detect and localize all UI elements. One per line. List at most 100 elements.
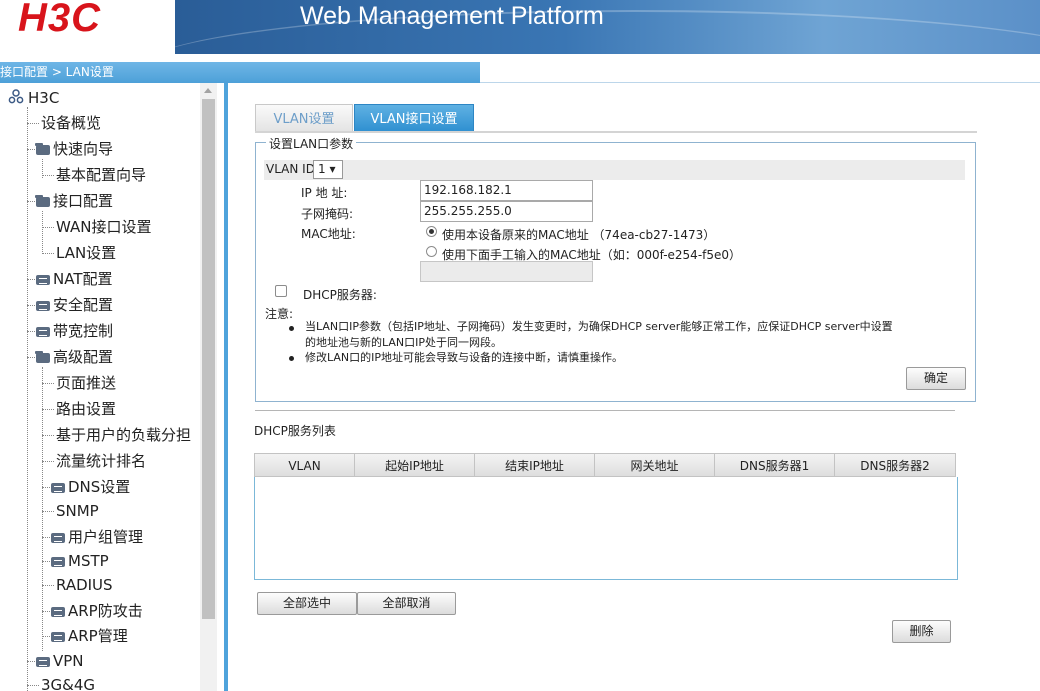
mac-manual-radio[interactable] <box>426 246 437 257</box>
sidebar-folder-vpn[interactable]: VPN <box>36 649 84 673</box>
note-ip-change-cont: 的地址池与新的LAN口IP处于同一网段。 <box>305 336 503 349</box>
sidebar-item-wan-settings[interactable]: WAN接口设置 <box>56 215 152 239</box>
sidebar-item-basic-config-wizard[interactable]: 基本配置向导 <box>56 163 146 187</box>
sidebar-folder-arp-defense[interactable]: ARP防攻击 <box>51 599 143 623</box>
tab-vlan-settings[interactable]: VLAN设置 <box>255 104 353 132</box>
sidebar-item-label: LAN设置 <box>56 244 117 262</box>
subnet-mask-label: 子网掩码: <box>301 207 354 221</box>
sidebar-folder-bandwidth[interactable]: 带宽控制 <box>36 319 113 343</box>
sidebar-item-label: RADIUS <box>56 576 113 594</box>
sidebar-folder-mstp[interactable]: MSTP <box>51 549 109 573</box>
bullet-icon <box>289 356 294 361</box>
column-header-dns1: DNS服务器1 <box>715 454 835 476</box>
sidebar-item-label: 高级配置 <box>53 348 114 366</box>
column-header-end-ip: 结束IP地址 <box>475 454 595 476</box>
bullet-icon <box>289 326 294 331</box>
mac-manual-input[interactable] <box>420 261 593 282</box>
sidebar-item-snmp[interactable]: SNMP <box>56 499 99 523</box>
folder-closed-icon <box>36 327 50 337</box>
tree-line <box>42 636 50 637</box>
dhcp-server-label: DHCP服务器: <box>303 288 377 302</box>
tree-line <box>27 661 35 662</box>
sidebar-item-lan-settings[interactable]: LAN设置 <box>56 241 116 265</box>
network-users-icon <box>8 89 24 104</box>
sidebar-item-label: 快速向导 <box>53 140 114 158</box>
column-header-vlan: VLAN <box>255 454 355 476</box>
sidebar-item-user-load-balance[interactable]: 基于用户的负载分担 <box>56 423 191 447</box>
subnet-mask-input[interactable]: 255.255.255.0 <box>420 201 593 222</box>
tree-root-label: H3C <box>28 89 60 107</box>
tree-line <box>42 175 54 176</box>
tree-line <box>42 435 54 436</box>
sidebar-item-3g4g[interactable]: 3G&4G <box>41 673 95 691</box>
ip-address-label: IP 地 址: <box>301 186 348 200</box>
table-header: VLAN 起始IP地址 结束IP地址 网关地址 DNS服务器1 DNS服务器2 <box>254 453 956 477</box>
folder-closed-icon <box>36 301 50 311</box>
sidebar-folder-security[interactable]: 安全配置 <box>36 293 113 317</box>
header: H3C Web Management Platform <box>0 0 1040 54</box>
sidebar-item-traffic-ranking[interactable]: 流量统计排名 <box>56 449 146 473</box>
folder-closed-icon <box>51 632 65 642</box>
column-header-dns2: DNS服务器2 <box>860 459 930 473</box>
table-body <box>254 477 958 580</box>
sidebar-item-label: 路由设置 <box>56 400 117 418</box>
tab-underline <box>255 131 977 133</box>
tree-line <box>42 537 50 538</box>
tree-line <box>42 461 54 462</box>
section-divider <box>255 410 955 411</box>
sidebar-folder-dns[interactable]: DNS设置 <box>51 475 130 499</box>
note-label: 注意: <box>265 307 294 321</box>
tab-vlan-interface-settings[interactable]: VLAN接口设置 <box>354 104 474 132</box>
select-all-button[interactable]: 全部选中 <box>257 592 357 615</box>
tree-line <box>27 201 35 202</box>
vlan-id-select[interactable]: 1 ▾ <box>313 160 343 179</box>
tree-line <box>42 227 54 228</box>
folder-closed-icon <box>36 275 50 285</box>
sidebar-item-label: 页面推送 <box>56 374 117 392</box>
folder-closed-icon <box>36 657 50 667</box>
folder-closed-icon <box>51 533 65 543</box>
note-connection-warning: 修改LAN口的IP地址可能会导致与设备的连接中断，请慎重操作。 <box>305 351 624 364</box>
sidebar-item-label: 安全配置 <box>53 296 114 314</box>
tree-line <box>42 253 54 254</box>
sidebar-folder-quick-wizard[interactable]: 快速向导 <box>35 137 114 161</box>
scrollbar-thumb[interactable] <box>202 99 215 619</box>
sidebar-item-radius[interactable]: RADIUS <box>56 573 113 597</box>
tree-line <box>27 331 35 332</box>
sidebar-item-label: 设备概览 <box>41 114 102 132</box>
mac-original-label: 使用本设备原来的MAC地址 （74ea-cb27-1473） <box>442 228 716 242</box>
fieldset-legend: 设置LAN口参数 <box>266 135 357 152</box>
sidebar-folder-arp-management[interactable]: ARP管理 <box>51 624 128 648</box>
sidebar-folder-advanced[interactable]: 高级配置 <box>35 345 114 369</box>
column-header-gateway: 网关地址 <box>595 454 715 476</box>
sidebar-folder-nat[interactable]: NAT配置 <box>36 267 112 291</box>
tree-root-h3c[interactable]: H3C <box>8 86 59 110</box>
sidebar-item-label: 用户组管理 <box>68 528 144 546</box>
column-header-start-ip: 起始IP地址 <box>355 454 475 476</box>
sidebar-item-label: ARP管理 <box>68 627 128 645</box>
sidebar-item-label: 流量统计排名 <box>56 452 147 470</box>
sidebar-folder-interface-config[interactable]: 接口配置 <box>35 189 114 213</box>
confirm-button[interactable]: 确定 <box>906 367 966 390</box>
sidebar-scrollbar[interactable] <box>200 83 217 691</box>
tree-line <box>27 123 39 124</box>
mac-original-radio[interactable] <box>426 226 437 237</box>
sidebar-item-label: SNMP <box>56 502 99 520</box>
scroll-up-arrow-icon[interactable] <box>204 88 212 93</box>
sidebar-item-routing[interactable]: 路由设置 <box>56 397 116 421</box>
dhcp-server-checkbox[interactable] <box>275 285 287 297</box>
sidebar-item-device-overview[interactable]: 设备概览 <box>41 111 101 135</box>
header-banner: Web Management Platform <box>175 0 1040 54</box>
sidebar-item-label: 带宽控制 <box>53 322 114 340</box>
delete-button[interactable]: 删除 <box>892 620 951 643</box>
folder-open-icon <box>35 351 50 363</box>
sidebar-item-page-push[interactable]: 页面推送 <box>56 371 116 395</box>
deselect-all-button[interactable]: 全部取消 <box>357 592 456 615</box>
sidebar-folder-user-group[interactable]: 用户组管理 <box>51 525 143 549</box>
sidebar-item-label: MSTP <box>68 552 109 570</box>
sidebar-item-label: 基本配置向导 <box>56 166 147 184</box>
ip-address-input[interactable]: 192.168.182.1 <box>420 180 593 201</box>
sidebar-item-label: NAT配置 <box>53 270 113 288</box>
mac-address-label: MAC地址: <box>301 227 356 241</box>
sidebar-item-label: 接口配置 <box>53 192 114 210</box>
